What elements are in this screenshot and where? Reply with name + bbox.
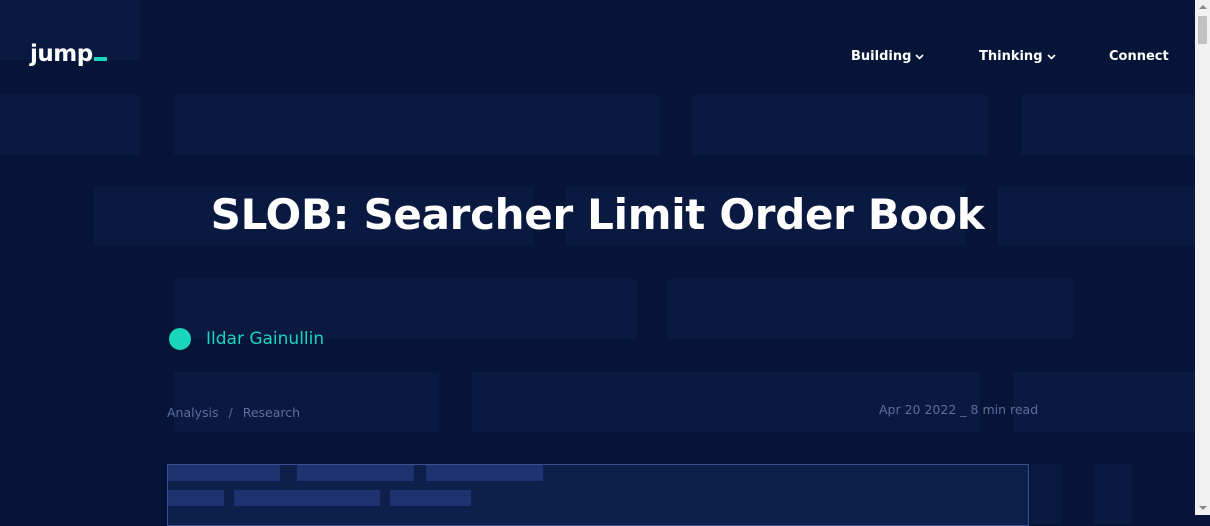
hero-image <box>167 464 1029 526</box>
chevron-down-icon <box>1046 49 1056 64</box>
breadcrumb: Analysis / Research <box>167 405 300 420</box>
logo[interactable]: jump <box>30 41 107 67</box>
author-name[interactable]: Ildar Gainullin <box>206 329 324 349</box>
category-link-analysis[interactable]: Analysis <box>167 405 219 420</box>
meta-separator: _ <box>960 402 967 417</box>
publish-date: Apr 20 2022 <box>879 402 957 417</box>
category-link-research[interactable]: Research <box>243 405 300 420</box>
chevron-down-icon <box>915 49 924 64</box>
nav-building-label: Building <box>851 49 912 64</box>
scrollbar[interactable] <box>1195 0 1210 515</box>
logo-underscore <box>93 57 107 61</box>
nav-connect-label: Connect <box>1109 49 1169 64</box>
page-title: SLOB: Searcher Limit Order Book <box>210 190 985 239</box>
nav-thinking[interactable]: Thinking <box>979 49 1056 64</box>
logo-text: jump <box>30 41 93 67</box>
nav-building[interactable]: Building <box>851 49 924 64</box>
scroll-up-arrow-icon[interactable] <box>1199 5 1207 9</box>
avatar <box>169 328 191 350</box>
nav-connect[interactable]: Connect <box>1109 49 1169 64</box>
article-meta: Apr 20 2022 _ 8 min read <box>879 402 1038 417</box>
scrollbar-thumb[interactable] <box>1198 16 1207 44</box>
nav-thinking-label: Thinking <box>979 49 1043 64</box>
author[interactable]: Ildar Gainullin <box>169 328 324 350</box>
scroll-down-arrow-icon[interactable] <box>1199 506 1207 510</box>
read-time: 8 min read <box>970 402 1039 417</box>
breadcrumb-separator: / <box>228 405 233 420</box>
